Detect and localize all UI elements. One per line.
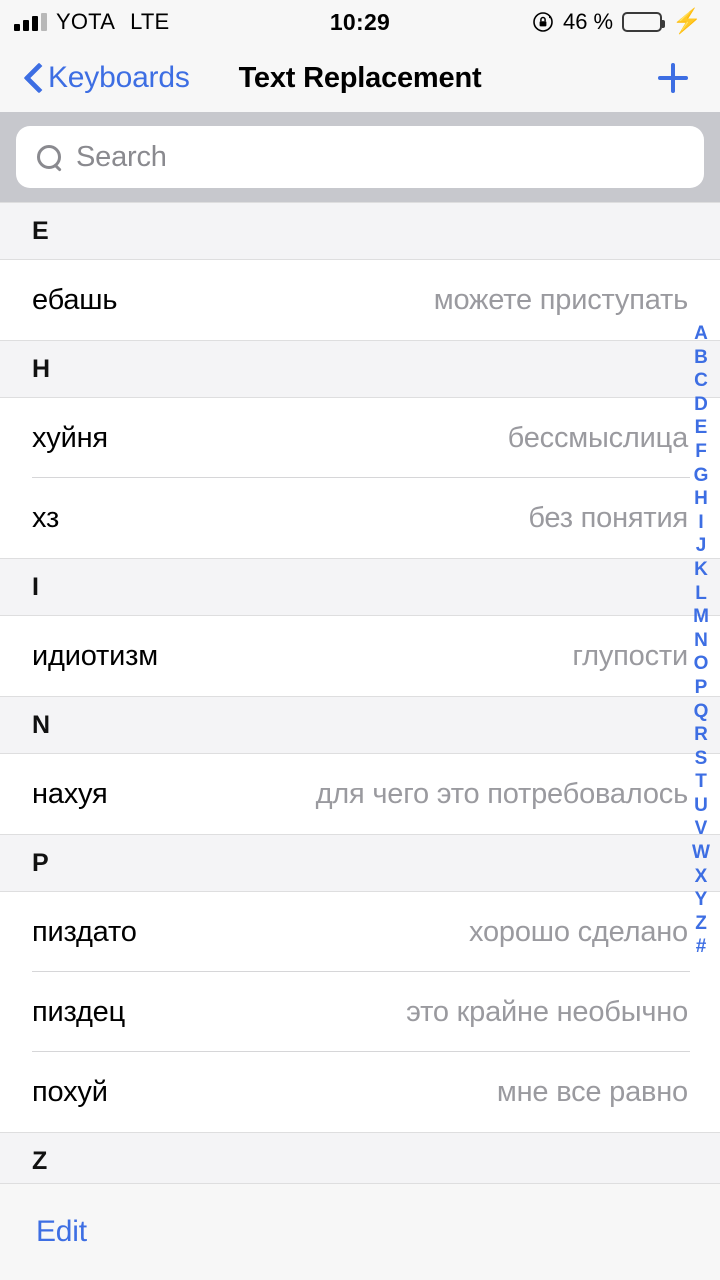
shortcut-text: идиотизм [32, 639, 158, 672]
back-button[interactable]: Keyboards [24, 61, 190, 95]
text-replacement-row[interactable]: идиотизм глупости [0, 616, 720, 696]
section-index-letter[interactable]: S [695, 747, 708, 771]
status-bar-left: YOTA LTE [14, 9, 169, 35]
shortcut-text: пиздец [32, 995, 126, 1028]
signal-bars-icon [14, 13, 47, 31]
section-index-letter[interactable]: H [694, 487, 708, 511]
navigation-bar: Keyboards Text Replacement [0, 44, 720, 112]
shortcut-text: пиздато [32, 915, 137, 948]
section-index-letter[interactable]: O [694, 652, 709, 676]
phrase-text: для чего это потребовалось [315, 777, 689, 810]
section-index-letter[interactable]: C [694, 369, 708, 393]
status-bar-right: 46 % ⚡ [532, 9, 702, 35]
search-icon [36, 144, 62, 170]
section-index-letter[interactable]: V [695, 817, 708, 841]
section-index-letter[interactable]: Z [695, 912, 707, 936]
section-index-letter[interactable]: R [694, 723, 708, 747]
section-index-letter[interactable]: M [693, 605, 709, 629]
section-index-letter[interactable]: P [695, 676, 708, 700]
phrase-text: мне все равно [496, 1075, 688, 1108]
phrase-text: глупости [572, 639, 688, 672]
shortcut-text: хуйня [32, 421, 108, 454]
search-input[interactable]: Search [16, 126, 704, 188]
text-replacement-row[interactable]: пиздато хорошо сделано [0, 892, 720, 972]
section-header: E [0, 202, 720, 260]
section-index-letter[interactable]: K [694, 558, 708, 582]
search-bar-container: Search [0, 112, 720, 202]
section-index-letter[interactable]: L [695, 582, 707, 606]
network-type-label: LTE [130, 9, 170, 34]
section-index-strip[interactable]: A B C D E F G H I J K L M N O P Q R S T U V W X Y Z # [686, 322, 716, 959]
phrase-text: это крайне необычно [406, 995, 688, 1028]
section-index-letter[interactable]: X [695, 865, 708, 889]
shortcut-text: нахуя [32, 777, 108, 810]
text-replacement-row[interactable]: пиздец это крайне необычно [0, 972, 720, 1052]
text-replacement-screen: YOTA LTE 10:29 46 % ⚡ Keyboards Text Rep… [0, 0, 720, 1280]
section-index-letter[interactable]: W [692, 841, 710, 865]
section-index-letter[interactable]: F [695, 440, 707, 464]
status-bar: YOTA LTE 10:29 46 % ⚡ [0, 0, 720, 44]
add-shortcut-button[interactable] [650, 55, 696, 101]
section-index-letter[interactable]: B [694, 346, 708, 370]
edit-button[interactable]: Edit [36, 1215, 87, 1249]
text-replacement-row[interactable]: хз без понятия [0, 478, 720, 558]
battery-icon [622, 12, 666, 32]
back-button-label: Keyboards [48, 61, 190, 94]
section-index-letter[interactable]: G [694, 464, 709, 488]
text-replacement-row[interactable]: похуй мне все равно [0, 1052, 720, 1132]
section-index-letter[interactable]: I [698, 511, 703, 535]
section-header: I [0, 558, 720, 616]
phrase-text: можете приступать [433, 283, 688, 316]
section-header: N [0, 696, 720, 754]
rotation-lock-icon [532, 11, 554, 33]
phrase-text: без понятия [528, 501, 688, 534]
section-header: Z [0, 1132, 720, 1190]
section-index-letter[interactable]: T [695, 770, 707, 794]
search-placeholder: Search [76, 140, 167, 173]
section-index-letter[interactable]: Y [695, 888, 708, 912]
phrase-text: бессмыслица [507, 421, 689, 454]
battery-percent-label: 46 % [562, 9, 614, 34]
text-replacement-row[interactable]: нахуя для чего это потребовалось [0, 754, 720, 834]
shortcut-text: хз [32, 501, 60, 534]
shortcut-text: похуй [32, 1075, 108, 1108]
section-index-letter[interactable]: E [695, 416, 708, 440]
text-replacement-row[interactable]: хуйня бессмыслица [0, 398, 720, 478]
section-index-letter[interactable]: Q [694, 700, 709, 724]
chevron-left-icon [24, 63, 42, 93]
shortcut-text: ебашь [32, 283, 118, 316]
section-index-letter[interactable]: J [696, 534, 707, 558]
section-index-letter[interactable]: N [694, 629, 708, 653]
section-header: P [0, 834, 720, 892]
carrier-label: YOTA [56, 9, 116, 34]
section-index-letter[interactable]: A [694, 322, 708, 346]
section-header: Н [0, 340, 720, 398]
phrase-text: хорошо сделано [469, 915, 688, 948]
text-replacement-row[interactable]: ебашь можете приступать [0, 260, 720, 340]
section-index-letter[interactable]: # [696, 935, 707, 959]
text-replacement-list: Eебашь можете приступать Нхуйня бессмыслица… [0, 202, 720, 1270]
lightning-bolt-icon: ⚡ [672, 8, 702, 35]
section-index-letter[interactable]: U [694, 794, 708, 818]
section-index-letter[interactable]: D [694, 393, 708, 417]
toolbar: Edit [0, 1183, 720, 1280]
